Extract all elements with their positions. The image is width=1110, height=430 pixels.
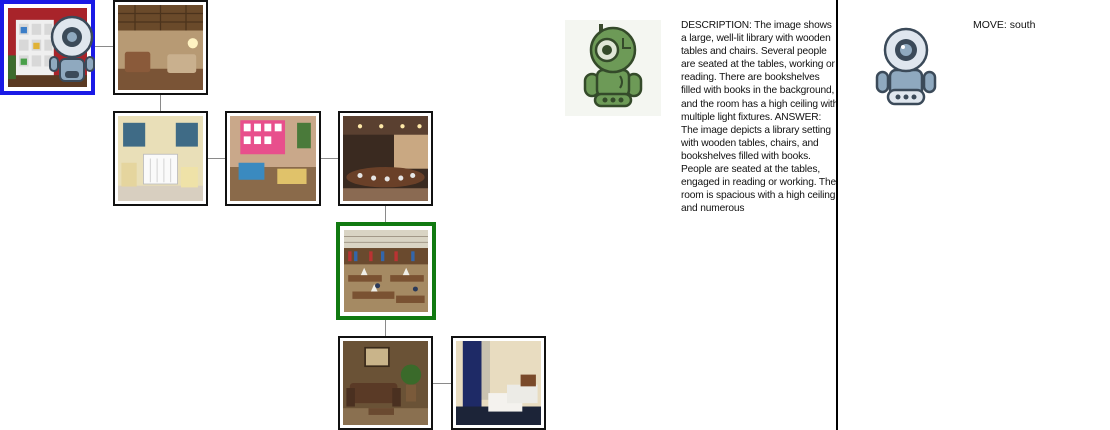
edge-conference-to-library <box>385 205 386 222</box>
robot-icon <box>875 27 937 106</box>
scene-thumbnail <box>118 116 203 201</box>
scene-thumbnail <box>344 230 428 312</box>
panel-divider <box>836 0 838 430</box>
move-label: MOVE: south <box>973 19 1036 31</box>
map-node-conference-room[interactable] <box>338 111 433 206</box>
map-node-wood-ceiling-lounge[interactable] <box>113 0 208 95</box>
map-node-library[interactable] <box>336 222 436 320</box>
map-node-red-shelf-room[interactable] <box>0 0 95 95</box>
scene-thumbnail <box>343 341 428 425</box>
map-node-sitting-room[interactable] <box>338 336 433 430</box>
scene-thumbnail <box>343 116 428 201</box>
robot-icon <box>49 15 95 82</box>
agent-avatar-panel <box>565 20 661 116</box>
map-node-bedroom[interactable] <box>451 336 546 430</box>
map-node-classroom[interactable] <box>225 111 321 206</box>
scene-thumbnail <box>230 116 316 201</box>
robot-icon <box>583 24 643 108</box>
map-node-nursery[interactable] <box>113 111 208 206</box>
edge-lounge-to-nursery <box>160 94 161 112</box>
edge-classroom-to-conference <box>320 158 338 159</box>
edge-library-to-sitting <box>385 319 386 337</box>
agent-description-text: DESCRIPTION: The image shows a large, we… <box>681 20 839 215</box>
edge-nursery-to-classroom <box>207 158 225 159</box>
edge-sitting-to-bedroom <box>432 383 452 384</box>
scene-thumbnail <box>118 5 203 90</box>
scene-thumbnail <box>456 341 541 425</box>
